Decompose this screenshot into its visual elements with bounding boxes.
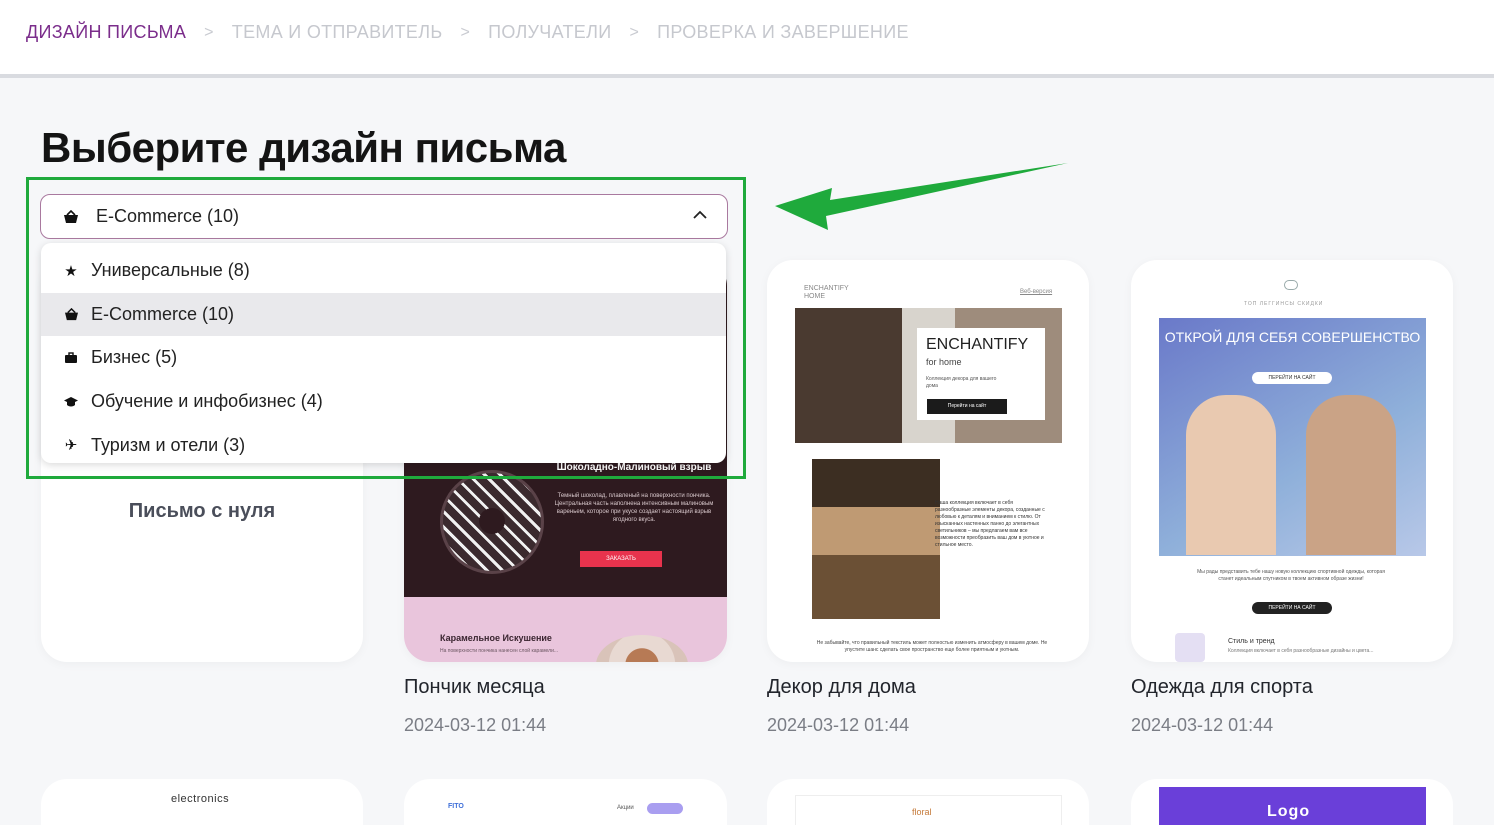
step-subject-sender[interactable]: Тема и отправитель bbox=[232, 22, 443, 43]
category-option-label: Обучение и инфобизнес (4) bbox=[91, 391, 323, 412]
wizard-header: Дизайн письма > Тема и отправитель > Пол… bbox=[0, 0, 1494, 78]
category-option-label: Туризм и отели (3) bbox=[91, 434, 246, 455]
star-icon: ★ bbox=[64, 262, 78, 280]
athlete-image bbox=[1186, 395, 1276, 555]
category-select[interactable]: E-Commerce (10) bbox=[40, 194, 728, 239]
shirt-icon bbox=[1175, 633, 1205, 662]
preview-logo: Logo bbox=[1267, 803, 1311, 820]
category-option-universal[interactable]: ★ Универсальные (8) bbox=[41, 249, 726, 293]
step-recipients[interactable]: Получатели bbox=[488, 22, 611, 43]
category-select-value: E-Commerce (10) bbox=[96, 206, 240, 226]
donut-hole bbox=[479, 508, 505, 534]
hero-title: ENCHANTIFY bbox=[926, 336, 1029, 353]
preview-second-heading: Карамельное Искушение bbox=[440, 633, 552, 643]
template-title[interactable]: Декор для дома bbox=[767, 676, 916, 699]
basket-icon bbox=[61, 209, 81, 224]
wizard-steps: Дизайн письма > Тема и отправитель > Пол… bbox=[26, 22, 909, 43]
preview-body: Мы рады представить тебе нашу новую колл… bbox=[1197, 569, 1385, 582]
preview-nav: Акции bbox=[617, 805, 634, 811]
preview-body: Темный шоколад, плавленый на поверхности… bbox=[554, 493, 714, 523]
template-preview: ENCHANTIFY HOME Веб-версия ENCHANTIFY fo… bbox=[767, 260, 1089, 662]
template-title[interactable]: Одежда для спорта bbox=[1131, 676, 1313, 699]
preview-sub-body: Коллекция включает в себя разнообразные … bbox=[1228, 648, 1374, 654]
preview-footer: Не забывайте, что правильный текстиль мо… bbox=[816, 640, 1048, 653]
preview-logo: floral bbox=[912, 807, 932, 817]
preview-brand-sub: HOME bbox=[804, 293, 825, 300]
chevron-right-icon: > bbox=[460, 23, 471, 41]
template-card-sportswear[interactable]: ТОП ЛЕГГИНСЫ СКИДКИ ОТКРОЙ ДЛЯ СЕБЯ СОВЕ… bbox=[1131, 260, 1453, 662]
hero-button: Перейти на сайт bbox=[927, 399, 1007, 414]
category-option-label: Универсальные (8) bbox=[91, 260, 250, 281]
preview-logo: FITO bbox=[448, 803, 464, 810]
template-card-logo[interactable]: Logo bbox=[1131, 779, 1453, 825]
chevron-right-icon: > bbox=[629, 23, 640, 41]
template-date: 2024-03-12 01:44 bbox=[1131, 715, 1274, 735]
annotation-arrow bbox=[775, 163, 1068, 230]
category-dropdown-menu: ★ Универсальные (8) E-Commerce (10) Бизн… bbox=[41, 243, 726, 463]
template-card-fito[interactable]: FITO Акции bbox=[404, 779, 727, 825]
lamp-image bbox=[812, 459, 940, 619]
category-option-business[interactable]: Бизнес (5) bbox=[41, 336, 726, 380]
chevron-up-icon[interactable] bbox=[693, 207, 707, 225]
preview-logo-icon bbox=[1284, 280, 1298, 290]
preview-body: Наша коллекция включает в себя разнообра… bbox=[935, 500, 1045, 548]
preview-nav: ТОП ЛЕГГИНСЫ СКИДКИ bbox=[1244, 301, 1324, 307]
hero-button: ПЕРЕЙТИ НА САЙТ bbox=[1252, 372, 1332, 384]
preview-second-body: На поверхности пончика нанесен слой кара… bbox=[440, 648, 559, 654]
basket-icon bbox=[61, 307, 81, 321]
template-title[interactable]: Пончик месяца bbox=[404, 676, 545, 699]
category-option-label: Бизнес (5) bbox=[91, 347, 178, 368]
preview-logo: electronics bbox=[171, 793, 230, 805]
preview-web-link: Веб-версия bbox=[1020, 289, 1053, 295]
preview-heading: Шоколадно-Малиновый взрыв bbox=[556, 462, 712, 473]
airplane-icon: ✈ bbox=[64, 437, 78, 455]
preview-button: ПЕРЕЙТИ НА САЙТ bbox=[1252, 602, 1332, 614]
preview-brand: ENCHANTIFY bbox=[804, 285, 849, 292]
template-date: 2024-03-12 01:44 bbox=[767, 715, 910, 735]
preview-sub-heading: Стиль и тренд bbox=[1228, 638, 1275, 645]
category-option-ecommerce[interactable]: E-Commerce (10) bbox=[41, 292, 726, 337]
template-card-floral[interactable]: floral bbox=[767, 779, 1089, 825]
preview-pill bbox=[647, 803, 683, 814]
category-option-travel[interactable]: ✈ Туризм и отели (3) bbox=[41, 423, 726, 463]
hero-subtitle: for home bbox=[926, 357, 962, 367]
athlete-image bbox=[1306, 395, 1396, 555]
page-title: Выберите дизайн письма bbox=[41, 124, 566, 171]
step-review-finish[interactable]: Проверка и завершение bbox=[657, 22, 909, 43]
step-email-design[interactable]: Дизайн письма bbox=[26, 22, 186, 43]
template-date: 2024-03-12 01:44 bbox=[404, 715, 547, 735]
hero-text: Коллекция декора для вашего дома bbox=[926, 376, 997, 389]
hero-title: ОТКРОЙ ДЛЯ СЕБЯ СОВЕРШЕНСТВО bbox=[1164, 329, 1421, 345]
chevron-right-icon: > bbox=[204, 23, 214, 41]
category-option-label: E-Commerce (10) bbox=[91, 303, 235, 324]
graduation-cap-icon bbox=[61, 396, 81, 408]
preview-order-button: ЗАКАЗАТЬ bbox=[580, 551, 662, 567]
blank-template-label: Письмо с нуля bbox=[128, 500, 276, 522]
briefcase-icon bbox=[61, 352, 81, 364]
template-card-home-decor[interactable]: ENCHANTIFY HOME Веб-версия ENCHANTIFY fo… bbox=[767, 260, 1089, 662]
category-option-education[interactable]: Обучение и инфобизнес (4) bbox=[41, 380, 726, 424]
template-card-electronics[interactable]: electronics bbox=[41, 779, 363, 825]
